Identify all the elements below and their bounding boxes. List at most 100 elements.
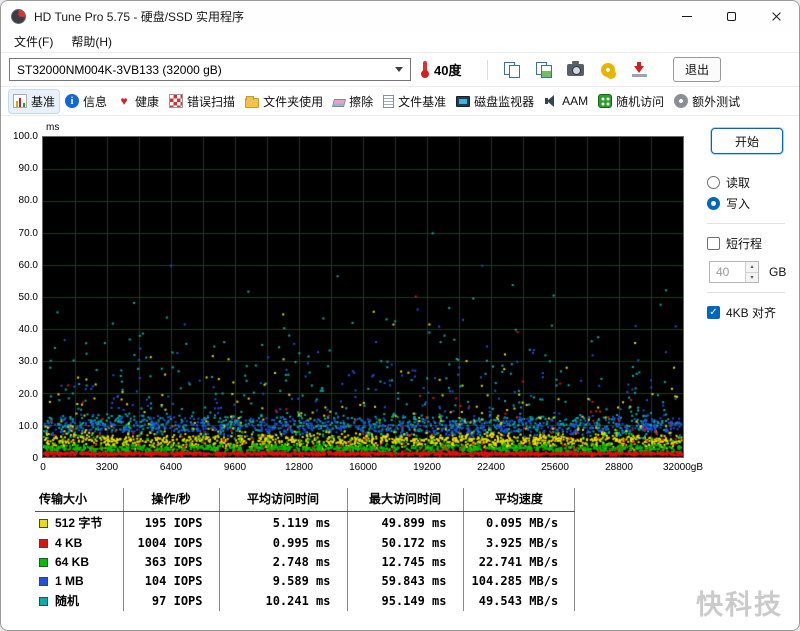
- tab-label: 基准: [31, 94, 56, 109]
- toolbar: ST32000NM004K-3VB133 (32000 gB) 40度 退出: [1, 53, 799, 87]
- series-label: 4 KB: [55, 535, 83, 550]
- iops-cell: 1004 IOPS: [123, 533, 220, 552]
- series-color-swatch: [39, 557, 48, 567]
- max-access-cell: 49.899 ms: [347, 511, 464, 533]
- series-color-swatch: [39, 519, 48, 528]
- tab-info[interactable]: 信息: [61, 90, 111, 113]
- tab-label: 文件夹使用: [263, 94, 324, 109]
- file-benchmark-icon: [383, 94, 395, 108]
- short-stroke-size-input[interactable]: 40 ▴ ▾: [709, 261, 759, 283]
- tab-aam[interactable]: AAM: [540, 91, 592, 111]
- chevron-down-icon: [395, 67, 403, 72]
- column-header: 平均速度: [463, 488, 576, 512]
- menu-bar: 文件(F) 帮助(H): [1, 31, 799, 53]
- avg-speed-cell: 3.925 MB/s: [463, 533, 576, 552]
- tab-label: 擦除: [349, 94, 374, 109]
- read-radio[interactable]: [707, 176, 720, 189]
- panel-divider: [707, 223, 785, 224]
- menu-item-help[interactable]: 帮助(H): [62, 31, 121, 52]
- tab-label: 文件基准: [398, 94, 447, 109]
- tab-disk-monitor[interactable]: 磁盘监视器: [452, 90, 538, 113]
- series-color-swatch: [39, 597, 48, 606]
- maximize-button[interactable]: [709, 1, 754, 31]
- write-radio-label: 写入: [726, 197, 751, 211]
- tab-label: 错误扫描: [187, 94, 236, 109]
- tab-health[interactable]: 健康: [113, 90, 163, 113]
- exit-button[interactable]: 退出: [673, 57, 721, 82]
- read-option-row[interactable]: 读取: [707, 172, 789, 193]
- short-stroke-checkbox[interactable]: [707, 237, 720, 250]
- random-access-icon: [598, 94, 613, 108]
- toolbar-icons: [498, 57, 653, 82]
- save-results-button[interactable]: [626, 57, 653, 82]
- y-axis-tick: 50.0: [18, 292, 38, 303]
- title-bar: HD Tune Pro 5.75 - 硬盘/SSD 实用程序: [1, 1, 799, 31]
- series-color-swatch: [39, 538, 48, 548]
- x-axis-tick: 12800: [285, 462, 313, 473]
- table-row: 1 MB 104 IOPS 9.589 ms 59.843 ms 104.285 MB/…: [35, 571, 576, 590]
- y-axis-tick: 10.0: [18, 420, 38, 432]
- watermark: 快科技: [696, 590, 783, 620]
- window-controls: [664, 1, 799, 31]
- window-title: HD Tune Pro 5.75 - 硬盘/SSD 实用程序: [34, 9, 245, 24]
- y-axis-tick: 0: [32, 453, 38, 464]
- tab-folder-usage[interactable]: 文件夹使用: [241, 90, 327, 113]
- tab-erase[interactable]: 擦除: [329, 90, 377, 113]
- short-stroke-size-value: 40: [716, 265, 730, 279]
- drive-selector-value: ST32000NM004K-3VB133 (32000 gB): [17, 62, 222, 77]
- tab-error-scan[interactable]: 错误扫描: [165, 90, 239, 113]
- temperature-value: 40度: [434, 63, 462, 78]
- align-4kb-label: 4KB 对齐: [726, 306, 777, 320]
- minimize-button[interactable]: [664, 1, 709, 31]
- tab-benchmark[interactable]: 基准: [7, 88, 61, 114]
- table-row: 4 KB 1004 IOPS 0.995 ms 50.172 ms 3.925 MB/s: [35, 533, 576, 552]
- close-icon: [771, 11, 782, 22]
- align-4kb-row[interactable]: 4KB 对齐: [707, 302, 789, 323]
- write-option-row[interactable]: 写入: [707, 193, 789, 214]
- close-button[interactable]: [754, 1, 799, 31]
- read-radio-label: 读取: [726, 176, 751, 190]
- tab-file-benchmark[interactable]: 文件基准: [379, 90, 450, 113]
- tab-extra-tests[interactable]: 额外测试: [670, 90, 744, 113]
- max-access-cell: 95.149 ms: [347, 590, 464, 611]
- copy-pages-icon: [504, 62, 520, 78]
- start-button[interactable]: 开始: [711, 128, 783, 154]
- camera-button[interactable]: [562, 57, 589, 82]
- tab-label: 随机访问: [616, 94, 665, 109]
- tab-random-access[interactable]: 随机访问: [594, 90, 668, 113]
- error-scan-icon: [169, 94, 184, 108]
- x-axis-tick: 28800: [605, 462, 633, 473]
- y-axis-tick: 30.0: [18, 356, 38, 368]
- menu-item-file[interactable]: 文件(F): [5, 31, 62, 52]
- copy-pages-button[interactable]: [498, 57, 525, 82]
- short-stroke-row[interactable]: 短行程: [707, 233, 789, 254]
- app-icon: [11, 8, 26, 24]
- tab-label: 健康: [135, 94, 160, 109]
- minimize-icon: [681, 15, 692, 17]
- results-table: 传输大小 操作/秒 平均访问时间 最大访问时间 平均速度 512 字节 195 IOPS 5…: [35, 488, 576, 611]
- column-header: 操作/秒: [123, 488, 220, 512]
- benchmark-settings-panel: 开始 读取 写入 短行程 40 ▴ ▾ GB ✓ 4KB 对齐: [695, 120, 793, 476]
- series-label: 64 KB: [55, 554, 90, 569]
- spin-down-icon[interactable]: ▾: [746, 272, 758, 282]
- x-axis-tick: 9600: [223, 462, 247, 473]
- series-label: 512 字节: [55, 516, 103, 530]
- extra-tests-icon: [674, 94, 689, 108]
- copy-image-button[interactable]: [530, 57, 557, 82]
- number-stepper[interactable]: ▴ ▾: [745, 262, 758, 282]
- save-results-icon: [632, 62, 647, 77]
- write-radio[interactable]: [707, 197, 720, 210]
- gears-button[interactable]: [594, 57, 621, 82]
- x-axis-tick: 32000gB: [662, 462, 704, 473]
- x-axis-tick: 19200: [413, 462, 441, 473]
- erase-icon: [332, 99, 347, 107]
- max-access-cell: 12.745 ms: [347, 552, 464, 571]
- avg-speed-cell: 22.741 MB/s: [463, 552, 576, 571]
- x-axis-tick: 16000: [349, 462, 377, 473]
- y-axis-tick: 80.0: [18, 195, 38, 207]
- align-4kb-checkbox[interactable]: [707, 306, 720, 319]
- max-access-cell: 59.843 ms: [347, 571, 464, 590]
- spin-up-icon[interactable]: ▴: [746, 262, 758, 273]
- drive-selector[interactable]: ST32000NM004K-3VB133 (32000 gB): [9, 58, 411, 81]
- x-axis-tick: 22400: [477, 462, 505, 473]
